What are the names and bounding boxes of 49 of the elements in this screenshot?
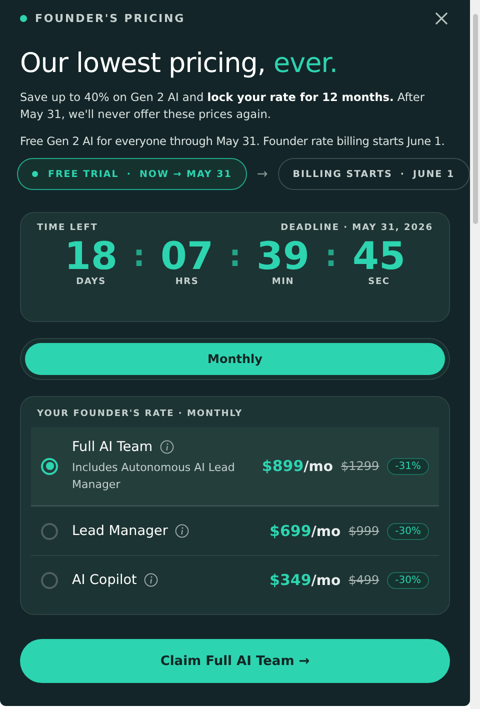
old-price: $999 [348,524,380,538]
plan-price: $699/mo [270,522,341,540]
old-price: $499 [348,573,380,587]
plan-price: $899/mo [262,457,333,475]
note-text: Free Gen 2 AI for everyone through May 31. Founder rate billing starts June 1. [20,135,446,148]
arrow-text: → [256,166,268,182]
intro-text: Save up to 40% on Gen 2 AI and lock your rate for 12 months. After May 31, we'll never offer these prices again. [20,90,426,123]
countdown-value: 18 [64,235,118,277]
unit-label: HRS [175,277,199,287]
eyebrow-label: FOUNDER'S PRICING [35,12,186,24]
plan-description: Includes Autonomous AI Lead Manager [72,460,236,493]
billing-tab[interactable]: Monthly [25,343,445,375]
unit-label: SEC [368,277,390,287]
countdown-label: TIME LEFT [37,223,98,233]
countdown-value: 45 [352,235,406,277]
timeline-chip: FREE TRIAL · NOW → MAY 31 [17,158,247,190]
radio-button[interactable] [41,572,58,588]
claim-button[interactable]: Claim Full AI Team → [20,639,450,683]
close-icon[interactable] [435,12,448,24]
radio-button[interactable] [41,522,58,540]
plan-name: Lead Manager [72,523,168,539]
old-price: $1299 [340,459,380,473]
colon-separator: : [325,238,337,276]
headline: Our lowest pricing, [20,48,266,79]
plan-option[interactable]: Lead Manager $699/mo $999 -30% [31,506,439,555]
countdown-value: 39 [256,235,310,277]
plan-price: $349/mo [270,571,341,589]
timeline-chip: BILLING STARTS · JUNE 1 [278,158,470,190]
colon-separator: : [133,238,145,276]
discount-badge: -30% [387,572,429,588]
info-icon[interactable] [174,524,189,538]
unit-label: MIN [272,277,294,287]
scrollbar[interactable] [470,0,480,709]
colon-separator: : [229,238,241,276]
unit-label: DAYS [76,277,106,287]
info-icon[interactable] [144,573,158,587]
status-dot [20,14,27,22]
plan-option[interactable]: Full AI Team Includes Autonomous AI Lead Manager $899/mo $1299 -31% [31,427,439,506]
plans-heading: YOUR FOUNDER'S RATE · MONTHLY [37,409,244,419]
headline-accent: ever. [274,48,338,79]
info-icon[interactable] [160,440,174,454]
discount-badge: -30% [387,522,429,540]
plan-name: AI Copilot [72,572,137,588]
plan-name: Full AI Team [72,439,153,455]
countdown-value: 07 [160,235,214,277]
deadline-label: DEADLINE · MAY 31, 2026 [280,223,433,233]
discount-badge: -31% [387,458,429,474]
plan-option[interactable]: AI Copilot $349/mo $499 -30% [31,555,439,604]
radio-button[interactable] [41,458,58,474]
